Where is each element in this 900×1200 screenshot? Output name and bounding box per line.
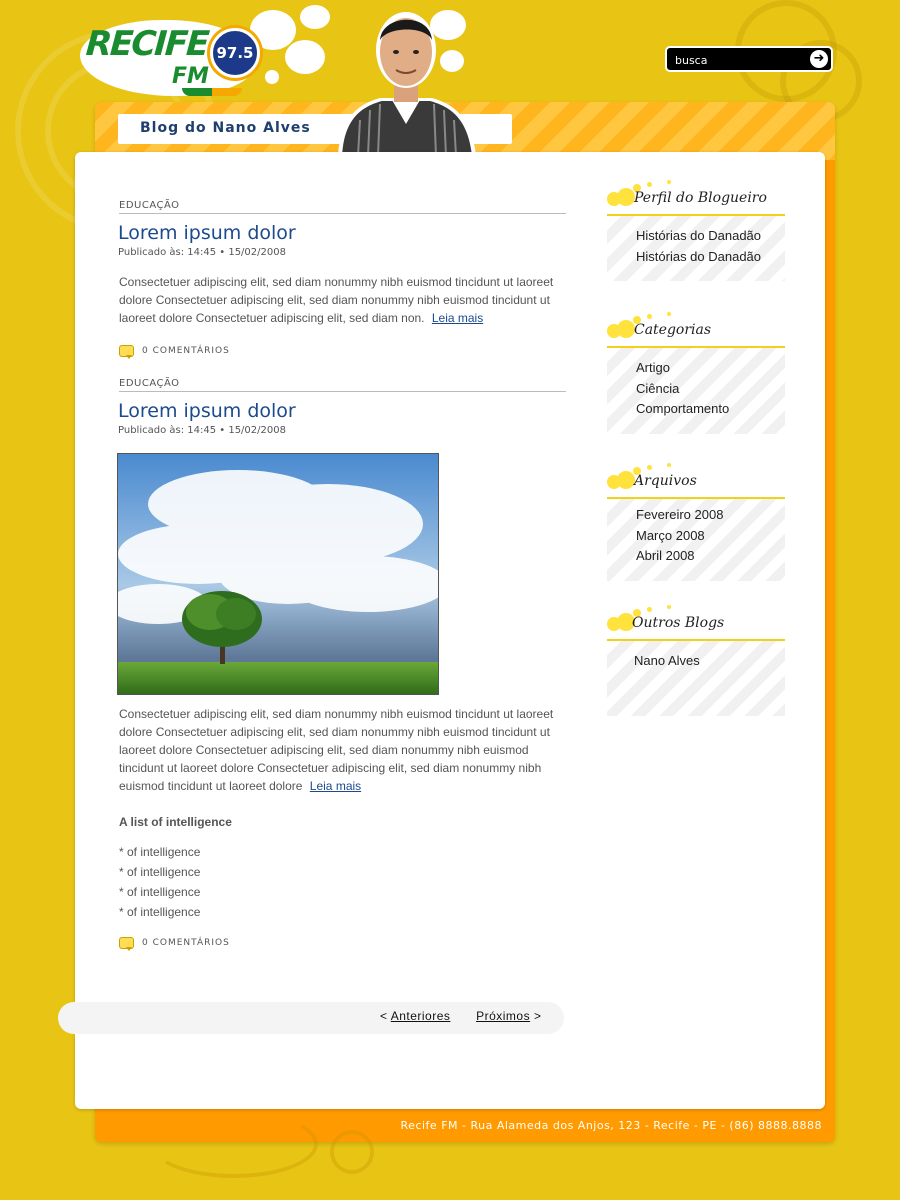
widget-title: Arquivos (634, 473, 697, 489)
widget-categories: Categorias Artigo Ciência Comportamento (607, 312, 785, 434)
widget-body: Histórias do Danadão Histórias do Danadã… (607, 216, 785, 281)
logo-ribbon (182, 88, 242, 96)
intelligence-list: * of intelligence * of intelligence * of… (119, 844, 200, 924)
widget-link[interactable]: Fevereiro 2008 (636, 505, 785, 526)
paint-splash (300, 5, 330, 29)
footer-address: Recife FM - Rua Alameda dos Anjos, 123 -… (400, 1119, 822, 1132)
read-more-link[interactable]: Leia mais (432, 311, 483, 325)
widget-title: Categorias (634, 322, 712, 338)
post-category[interactable]: EDUCAÇÃO (119, 378, 566, 392)
widget-link[interactable]: Ciência (636, 379, 785, 400)
comment-bubble-icon (119, 937, 134, 951)
prev-page-link[interactable]: Anteriores (391, 1009, 451, 1023)
post-category[interactable]: EDUCAÇÃO (119, 200, 566, 214)
arrow-right-icon[interactable]: ➜ (810, 50, 828, 68)
widget-link[interactable]: Nano Alves (634, 651, 785, 672)
post-image-tree-landscape (117, 453, 439, 695)
post-body: Consectetuer adipiscing elit, sed diam n… (119, 705, 571, 795)
blog-title: Blog do Nano Alves (140, 120, 311, 136)
post-body: Consectetuer adipiscing elit, sed diam n… (119, 273, 571, 327)
next-page-link[interactable]: Próximos (476, 1009, 530, 1023)
recife-fm-logo[interactable]: RECIFE FM 97.5 (80, 14, 261, 106)
widget-link[interactable]: Março 2008 (636, 526, 785, 547)
widget-link[interactable]: Comportamento (636, 399, 785, 420)
widget-body: Nano Alves (607, 641, 785, 716)
widget-header: Outros Blogs (607, 605, 785, 641)
comments-count: 0 COMENTÁRIOS (142, 346, 230, 356)
list-heading: A list of intelligence (119, 815, 232, 829)
widget-title: Perfil do Blogueiro (634, 190, 767, 206)
footer-swirl (150, 1110, 318, 1178)
search-box: ➜ (665, 46, 833, 72)
widget-link[interactable]: Histórias do Danadão (636, 226, 785, 247)
widget-other-blogs: Outros Blogs Nano Alves (607, 605, 785, 716)
list-item: * of intelligence (119, 885, 201, 899)
blogger-photo (338, 12, 476, 156)
post-title[interactable]: Lorem ipsum dolor (118, 400, 296, 422)
post-title[interactable]: Lorem ipsum dolor (118, 222, 296, 244)
widget-header: Arquivos (607, 463, 785, 499)
logo-fm-text: FM (172, 64, 209, 89)
search-input[interactable] (675, 51, 805, 69)
list-item: * of intelligence (119, 845, 201, 859)
next-arrow[interactable]: > (534, 1009, 542, 1023)
list-item: * of intelligence (119, 865, 201, 879)
widget-profile: Perfil do Blogueiro Histórias do Danadão… (607, 180, 785, 281)
widget-title: Outros Blogs (632, 615, 725, 631)
widget-link[interactable]: Artigo (636, 358, 785, 379)
logo-recife-text: RECIFE (84, 24, 209, 64)
comment-bubble-icon (119, 345, 134, 359)
footer-swirl (330, 1130, 374, 1174)
widget-header: Categorias (607, 312, 785, 348)
widget-header: Perfil do Blogueiro (607, 180, 785, 216)
prev-arrow[interactable]: < (380, 1009, 388, 1023)
comments-link[interactable]: 0 COMENTÁRIOS (119, 937, 230, 951)
post-meta: Publicado às: 14:45 • 15/02/2008 (118, 425, 286, 436)
comments-count: 0 COMENTÁRIOS (142, 938, 230, 948)
post-meta: Publicado às: 14:45 • 15/02/2008 (118, 247, 286, 258)
pagination: < Anteriores Próximos > (380, 1009, 541, 1023)
widget-archives: Arquivos Fevereiro 2008 Março 2008 Abril… (607, 463, 785, 581)
list-item: * of intelligence (119, 905, 201, 919)
logo-frequency-badge: 97.5 (210, 28, 260, 78)
post-body-text: Consectetuer adipiscing elit, sed diam n… (119, 275, 554, 325)
widget-link[interactable]: Abril 2008 (636, 546, 785, 567)
comments-link[interactable]: 0 COMENTÁRIOS (119, 345, 230, 359)
widget-body: Fevereiro 2008 Março 2008 Abril 2008 (607, 499, 785, 581)
read-more-link[interactable]: Leia mais (310, 779, 361, 793)
widget-link[interactable]: Histórias do Danadão (636, 247, 785, 268)
paint-splash (285, 40, 325, 74)
widget-body: Artigo Ciência Comportamento (607, 348, 785, 434)
paint-splash (265, 70, 279, 84)
